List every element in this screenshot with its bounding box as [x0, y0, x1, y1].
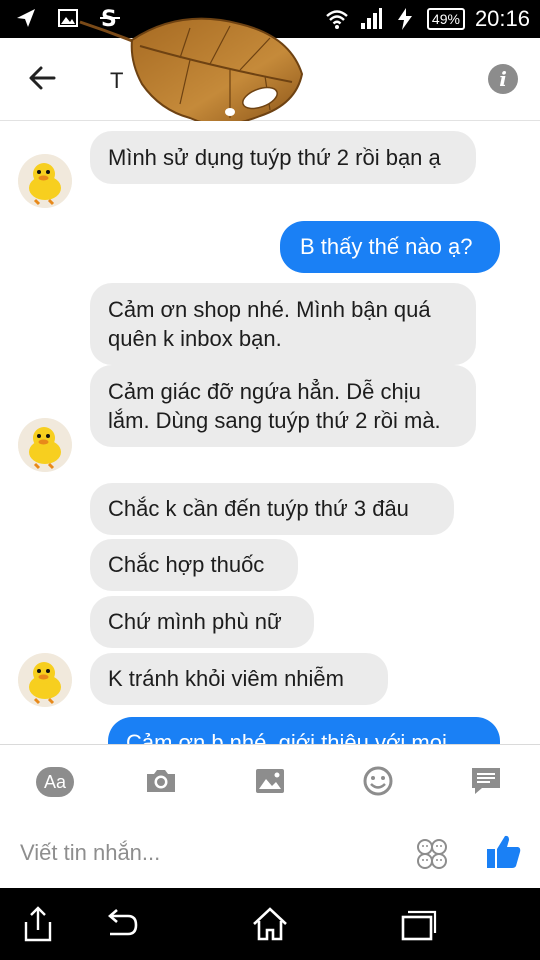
camera-icon[interactable]	[143, 763, 179, 799]
gallery-icon[interactable]	[252, 763, 288, 799]
duck-avatar-icon	[18, 154, 72, 208]
message-bubble[interactable]: K tránh khỏi viêm nhiễm	[90, 653, 388, 705]
conversation-header: T i	[0, 38, 540, 121]
message-text: B thấy thế nào ạ?	[300, 234, 473, 259]
message-list[interactable]: Mình sử dụng tuýp thứ 2 rồi bạn ạ B thấy…	[0, 121, 540, 744]
message-bubble[interactable]: Chắc hợp thuốc	[90, 539, 298, 591]
message-text: Cảm ơn shop nhé. Mình bận quá quên k inb…	[108, 297, 431, 351]
message-text: Cảm ơn b nhé, giới thiệu với mọi	[126, 730, 447, 744]
charging-icon	[397, 8, 412, 30]
message-bubble[interactable]: Cảm ơn shop nhé. Mình bận quá quên k inb…	[90, 283, 476, 365]
recent-apps-icon[interactable]	[398, 904, 438, 944]
message-bubble-outgoing[interactable]: B thấy thế nào ạ?	[280, 221, 500, 273]
status-time: 20:16	[474, 6, 530, 31]
emoji-icon[interactable]	[360, 763, 396, 799]
message-text: Cảm giác đỡ ngứa hẳn. Dễ chịu lắm. Dùng …	[108, 379, 441, 433]
share-icon[interactable]	[18, 904, 58, 944]
avatar[interactable]	[18, 154, 72, 208]
contact-name[interactable]: T	[110, 68, 123, 94]
message-bubble[interactable]: Cảm giác đỡ ngứa hẳn. Dễ chịu lắm. Dùng …	[90, 365, 476, 447]
send-notification-icon	[17, 9, 35, 27]
message-input[interactable]	[18, 836, 382, 870]
avatar[interactable]	[18, 418, 72, 472]
home-icon[interactable]	[250, 904, 290, 944]
sticker-icon[interactable]	[414, 836, 450, 872]
system-navigation-bar	[0, 888, 540, 960]
duck-avatar-icon	[18, 653, 72, 707]
message-input-row	[0, 816, 540, 888]
message-text: Chứ mình phù nữ	[108, 609, 282, 634]
message-bubble[interactable]: Chắc k cần đến tuýp thứ 3 đâu	[90, 483, 454, 535]
message-bubble[interactable]: Chứ mình phù nữ	[90, 596, 314, 648]
message-text: Chắc hợp thuốc	[108, 552, 265, 577]
message-text: K tránh khỏi viêm nhiễm	[108, 666, 344, 691]
message-text: Chắc k cần đến tuýp thứ 3 đâu	[108, 496, 409, 521]
signal-icon	[360, 8, 382, 29]
image-notification-icon	[58, 9, 78, 27]
status-bar: S 49% 20:16	[0, 0, 540, 38]
like-thumbs-up-icon[interactable]	[484, 832, 524, 872]
message-bubble[interactable]: Mình sử dụng tuýp thứ 2 rồi bạn ạ	[90, 131, 476, 184]
wifi-icon	[326, 10, 348, 29]
back-arrow-icon[interactable]	[26, 62, 58, 94]
text-format-button[interactable]: Aa	[36, 767, 74, 797]
battery-level: 49%	[426, 8, 465, 30]
info-icon[interactable]: i	[488, 64, 518, 94]
message-bubble-outgoing[interactable]: Cảm ơn b nhé, giới thiệu với mọi	[108, 717, 500, 744]
nav-back-icon[interactable]	[100, 904, 140, 944]
duck-avatar-icon	[18, 418, 72, 472]
app-notification-icon: S	[100, 7, 120, 30]
message-text: Mình sử dụng tuýp thứ 2 rồi bạn ạ	[108, 145, 441, 170]
quick-reply-icon[interactable]	[468, 763, 504, 799]
composer-toolbar: Aa	[0, 744, 540, 817]
avatar[interactable]	[18, 653, 72, 707]
